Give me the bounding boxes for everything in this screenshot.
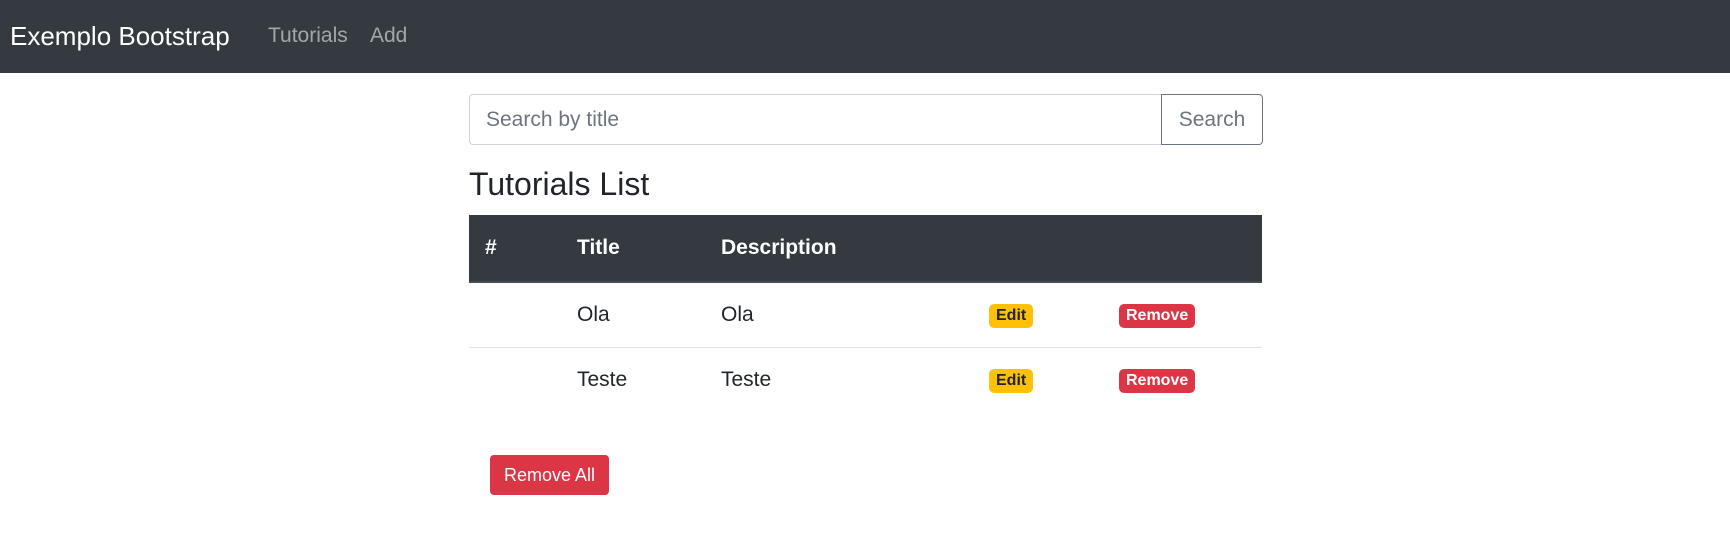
cell-edit: Edit	[963, 347, 1093, 412]
cell-description: Ola	[705, 282, 963, 348]
table-row: Ola Ola Edit Remove	[469, 282, 1262, 348]
page-title: Tutorials List	[469, 166, 650, 202]
remove-button[interactable]: Remove	[1119, 368, 1196, 393]
nav-link-tutorials[interactable]: Tutorials	[268, 22, 348, 50]
table-header-row: # Title Description	[469, 215, 1262, 283]
cell-description: Teste	[721, 367, 772, 391]
cell-title: Ola	[561, 282, 705, 348]
remove-all-button[interactable]: Remove All	[490, 455, 609, 495]
cell-remove: Remove	[1093, 347, 1262, 412]
cell-number	[469, 347, 561, 412]
search-button[interactable]: Search	[1161, 94, 1263, 145]
cell-title: Teste	[577, 367, 628, 391]
cell-remove: Remove	[1093, 282, 1262, 348]
search-input[interactable]	[469, 94, 1162, 145]
navbar: Exemplo Bootstrap Tutorials Add	[0, 0, 1730, 73]
edit-button[interactable]: Edit	[989, 303, 1034, 328]
tutorials-table: # Title Description Ola Ola Edit Remove	[469, 215, 1262, 412]
cell-edit: Edit	[963, 282, 1093, 348]
column-header-description: Description	[705, 215, 963, 283]
edit-button[interactable]: Edit	[989, 368, 1034, 393]
navbar-brand[interactable]: Exemplo Bootstrap	[10, 19, 230, 53]
remove-button[interactable]: Remove	[1119, 303, 1196, 328]
column-header-number: #	[469, 215, 561, 283]
cell-number	[469, 282, 561, 348]
column-header-remove	[1093, 215, 1262, 283]
nav-link-add[interactable]: Add	[370, 22, 407, 50]
table-row: Teste Teste Edit Remove	[469, 347, 1262, 412]
column-header-title: Title	[561, 215, 705, 283]
column-header-edit	[963, 215, 1093, 283]
